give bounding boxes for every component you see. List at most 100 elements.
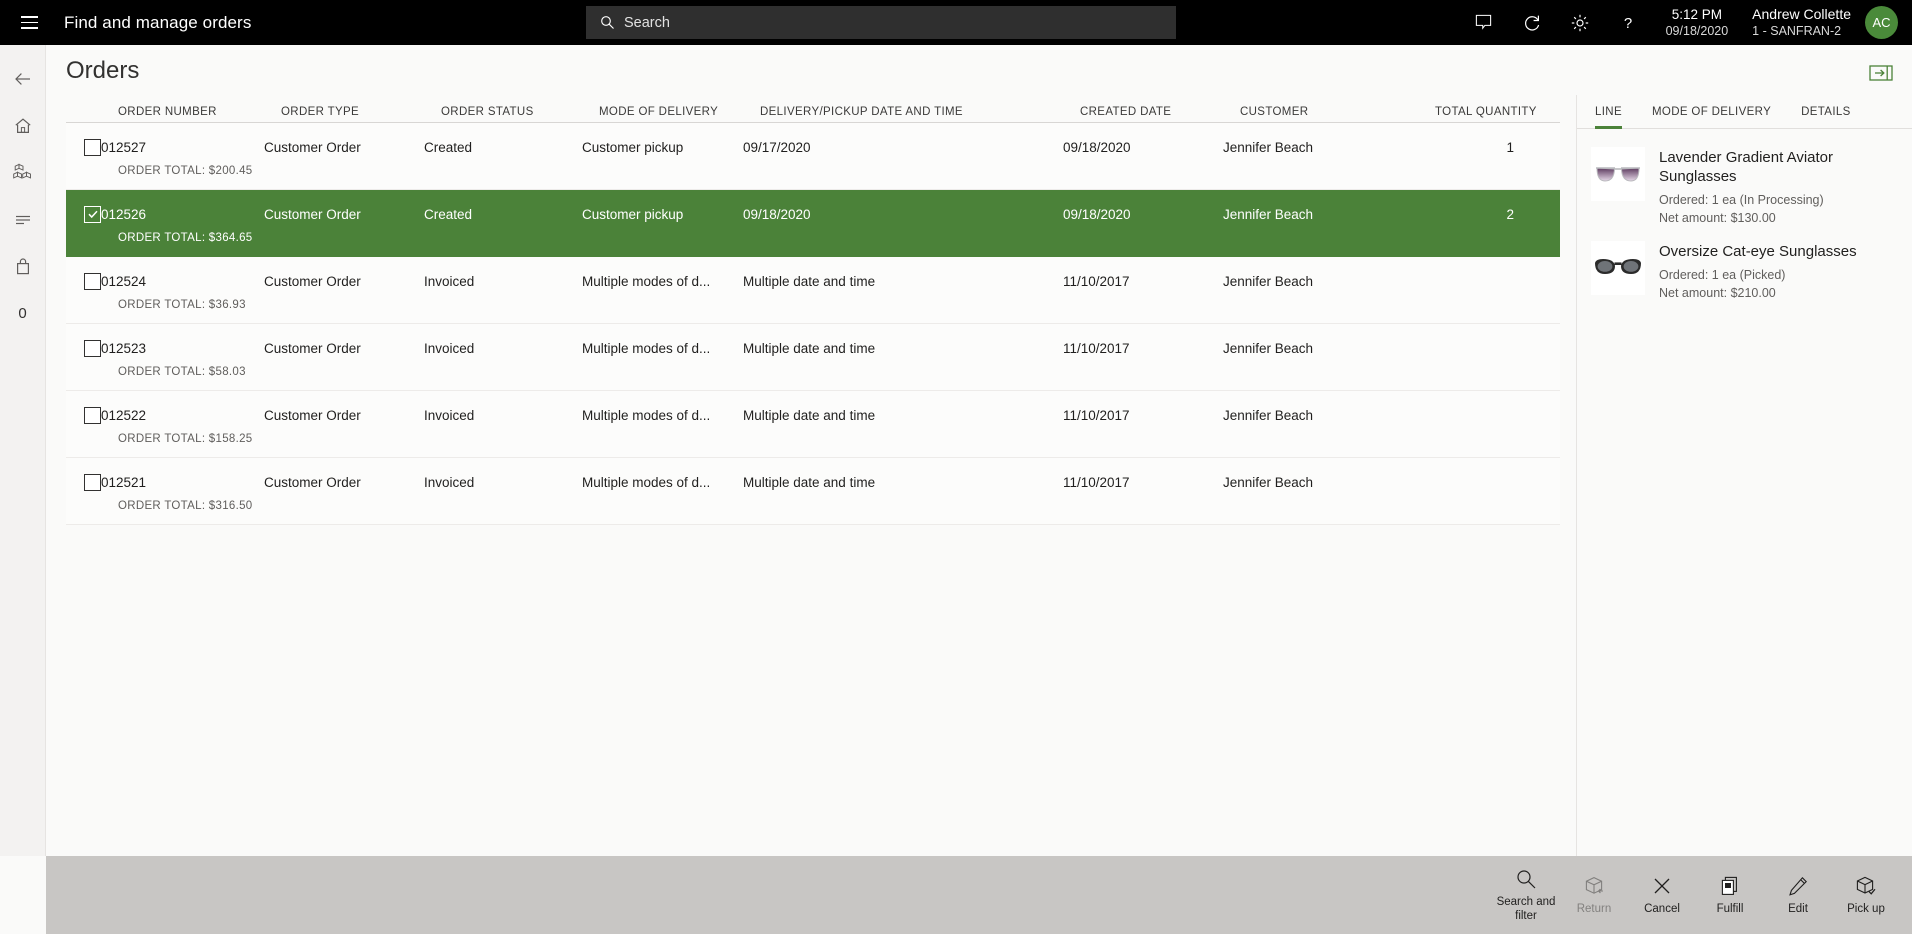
cell-order-status: Invoiced <box>424 407 475 423</box>
line-product-title: Lavender Gradient Aviator Sunglasses <box>1659 149 1834 185</box>
cell-order-number: 012526 <box>101 206 147 222</box>
row-checkbox[interactable] <box>84 205 101 223</box>
help-question-icon[interactable]: ? <box>1604 0 1652 45</box>
main-content: Orders ORDER NUMBER ORDER TYPE ORDER STA… <box>46 45 1912 856</box>
search-input[interactable] <box>624 14 1124 31</box>
cell-mode-of-delivery: Multiple modes of d... <box>582 340 711 356</box>
cell-created-date: 11/10/2017 <box>1063 474 1130 490</box>
cell-mode-of-delivery: Multiple modes of d... <box>582 474 711 490</box>
cell-customer: Jennifer Beach <box>1223 474 1314 490</box>
search-and-filter-button[interactable]: Search and filter <box>1492 856 1560 934</box>
expand-panel-icon[interactable] <box>1868 63 1894 83</box>
cancel-button[interactable]: Cancel <box>1628 856 1696 934</box>
line-product-title: Oversize Cat-eye Sunglasses <box>1659 242 1857 260</box>
cell-order-status: Invoiced <box>424 340 475 356</box>
row-checkbox[interactable] <box>84 473 101 491</box>
cell-customer: Jennifer Beach <box>1223 273 1314 289</box>
table-row[interactable]: 012526 Customer Order Created Customer p… <box>66 190 1560 257</box>
pickup-box-check-icon <box>1855 874 1877 898</box>
cart-count[interactable]: 0 <box>0 290 46 337</box>
pencil-edit-icon <box>1787 874 1809 898</box>
line-ordered-qty: Ordered: 1 ea (Picked) <box>1659 267 1786 282</box>
pick-up-label: Pick up <box>1847 902 1885 915</box>
cell-customer: Jennifer Beach <box>1223 407 1314 423</box>
user-name: Andrew Collette <box>1752 6 1851 23</box>
edit-button[interactable]: Edit <box>1764 856 1832 934</box>
column-header-customer[interactable]: CUSTOMER <box>1240 106 1435 118</box>
cell-delivery-datetime: Multiple date and time <box>743 273 876 289</box>
left-navigation-rail: 0 <box>0 45 46 856</box>
row-checkbox[interactable] <box>84 406 101 424</box>
bottom-command-bar: Search and filter Return Cancel Fulfill … <box>46 856 1912 934</box>
cell-order-status: Created <box>424 206 473 222</box>
return-label: Return <box>1576 902 1612 915</box>
table-row[interactable]: 012522 Customer Order Invoiced Multiple … <box>66 391 1560 458</box>
cell-delivery-datetime: Multiple date and time <box>743 407 876 423</box>
row-checkbox[interactable] <box>84 339 101 357</box>
return-button[interactable]: Return <box>1560 856 1628 934</box>
table-row[interactable]: 012524 Customer Order Invoiced Multiple … <box>66 257 1560 324</box>
column-header-delivery-datetime[interactable]: DELIVERY/PICKUP DATE AND TIME <box>760 106 1080 118</box>
cell-mode-of-delivery: Customer pickup <box>582 206 684 222</box>
search-icon <box>1515 867 1537 891</box>
row-checkbox[interactable] <box>84 272 101 290</box>
settings-gear-icon[interactable] <box>1556 0 1604 45</box>
grid-header-row: ORDER NUMBER ORDER TYPE ORDER STATUS MOD… <box>66 95 1560 123</box>
cell-customer: Jennifer Beach <box>1223 206 1314 222</box>
table-row[interactable]: 012527 Customer Order Created Customer p… <box>66 123 1560 190</box>
cateye-sunglasses-thumbnail <box>1591 240 1645 295</box>
home-icon[interactable] <box>0 102 46 149</box>
current-date: 09/18/2020 <box>1665 24 1729 39</box>
fulfill-button[interactable]: Fulfill <box>1696 856 1764 934</box>
search-box[interactable] <box>586 6 1176 39</box>
cell-delivery-datetime: Multiple date and time <box>743 340 876 356</box>
cell-order-total: ORDER TOTAL: $58.03 <box>118 366 246 378</box>
avatar[interactable]: AC <box>1865 6 1898 39</box>
refresh-icon[interactable] <box>1508 0 1556 45</box>
cell-order-number: 012527 <box>101 139 147 155</box>
line-net-amount: Net amount: $210.00 <box>1659 285 1776 300</box>
fulfill-document-icon <box>1719 874 1741 898</box>
order-lines-list: Lavender Gradient Aviator Sunglasses Ord… <box>1577 129 1912 302</box>
cell-delivery-datetime: 09/17/2020 <box>743 139 811 155</box>
column-header-order-type[interactable]: ORDER TYPE <box>281 106 441 118</box>
search-and-filter-label: Search and filter <box>1496 896 1556 922</box>
pick-up-button[interactable]: Pick up <box>1832 856 1900 934</box>
list-lines-icon[interactable] <box>0 196 46 243</box>
cell-order-total: ORDER TOTAL: $316.50 <box>118 500 253 512</box>
current-time: 5:12 PM <box>1671 6 1723 22</box>
column-header-order-number[interactable]: ORDER NUMBER <box>118 106 281 118</box>
user-info[interactable]: Andrew Collette 1 - SANFRAN-2 <box>1752 5 1851 39</box>
cell-order-type: Customer Order <box>264 139 361 155</box>
cell-order-type: Customer Order <box>264 273 361 289</box>
table-row[interactable]: 012521 Customer Order Invoiced Multiple … <box>66 458 1560 525</box>
column-header-total-quantity[interactable]: TOTAL QUANTITY <box>1435 106 1553 118</box>
hamburger-menu-icon[interactable] <box>6 0 52 45</box>
tab-mode-of-delivery[interactable]: MODE OF DELIVERY <box>1652 95 1771 129</box>
column-header-created-date[interactable]: CREATED DATE <box>1080 106 1240 118</box>
column-header-mode-of-delivery[interactable]: MODE OF DELIVERY <box>599 106 760 118</box>
column-header-order-status[interactable]: ORDER STATUS <box>441 106 599 118</box>
cell-order-total: ORDER TOTAL: $364.65 <box>118 232 253 244</box>
cell-order-number: 012522 <box>101 407 147 423</box>
top-bar-right-group: ? 5:12 PM 09/18/2020 Andrew Collette 1 -… <box>1460 0 1912 45</box>
cell-order-status: Invoiced <box>424 474 475 490</box>
line-net-amount: Net amount: $130.00 <box>1659 210 1776 225</box>
cell-created-date: 09/18/2020 <box>1063 206 1131 222</box>
list-item[interactable]: Lavender Gradient Aviator Sunglasses Ord… <box>1591 147 1896 227</box>
user-store: 1 - SANFRAN-2 <box>1752 24 1842 39</box>
cell-order-total: ORDER TOTAL: $36.93 <box>118 299 246 311</box>
back-arrow-icon[interactable] <box>0 55 46 102</box>
tab-line[interactable]: LINE <box>1595 95 1622 129</box>
svg-text:?: ? <box>1623 15 1631 32</box>
cell-order-number: 012523 <box>101 340 147 356</box>
order-details-panel: LINE MODE OF DELIVERY DETAILS Lavender G… <box>1576 95 1912 856</box>
cell-created-date: 11/10/2017 <box>1063 273 1130 289</box>
comment-icon[interactable] <box>1460 0 1508 45</box>
row-checkbox[interactable] <box>84 138 101 156</box>
products-cubes-icon[interactable] <box>0 149 46 196</box>
table-row[interactable]: 012523 Customer Order Invoiced Multiple … <box>66 324 1560 391</box>
list-item[interactable]: Oversize Cat-eye Sunglasses Ordered: 1 e… <box>1591 240 1896 302</box>
tab-details[interactable]: DETAILS <box>1801 95 1851 129</box>
shopping-bag-icon[interactable] <box>0 243 46 290</box>
